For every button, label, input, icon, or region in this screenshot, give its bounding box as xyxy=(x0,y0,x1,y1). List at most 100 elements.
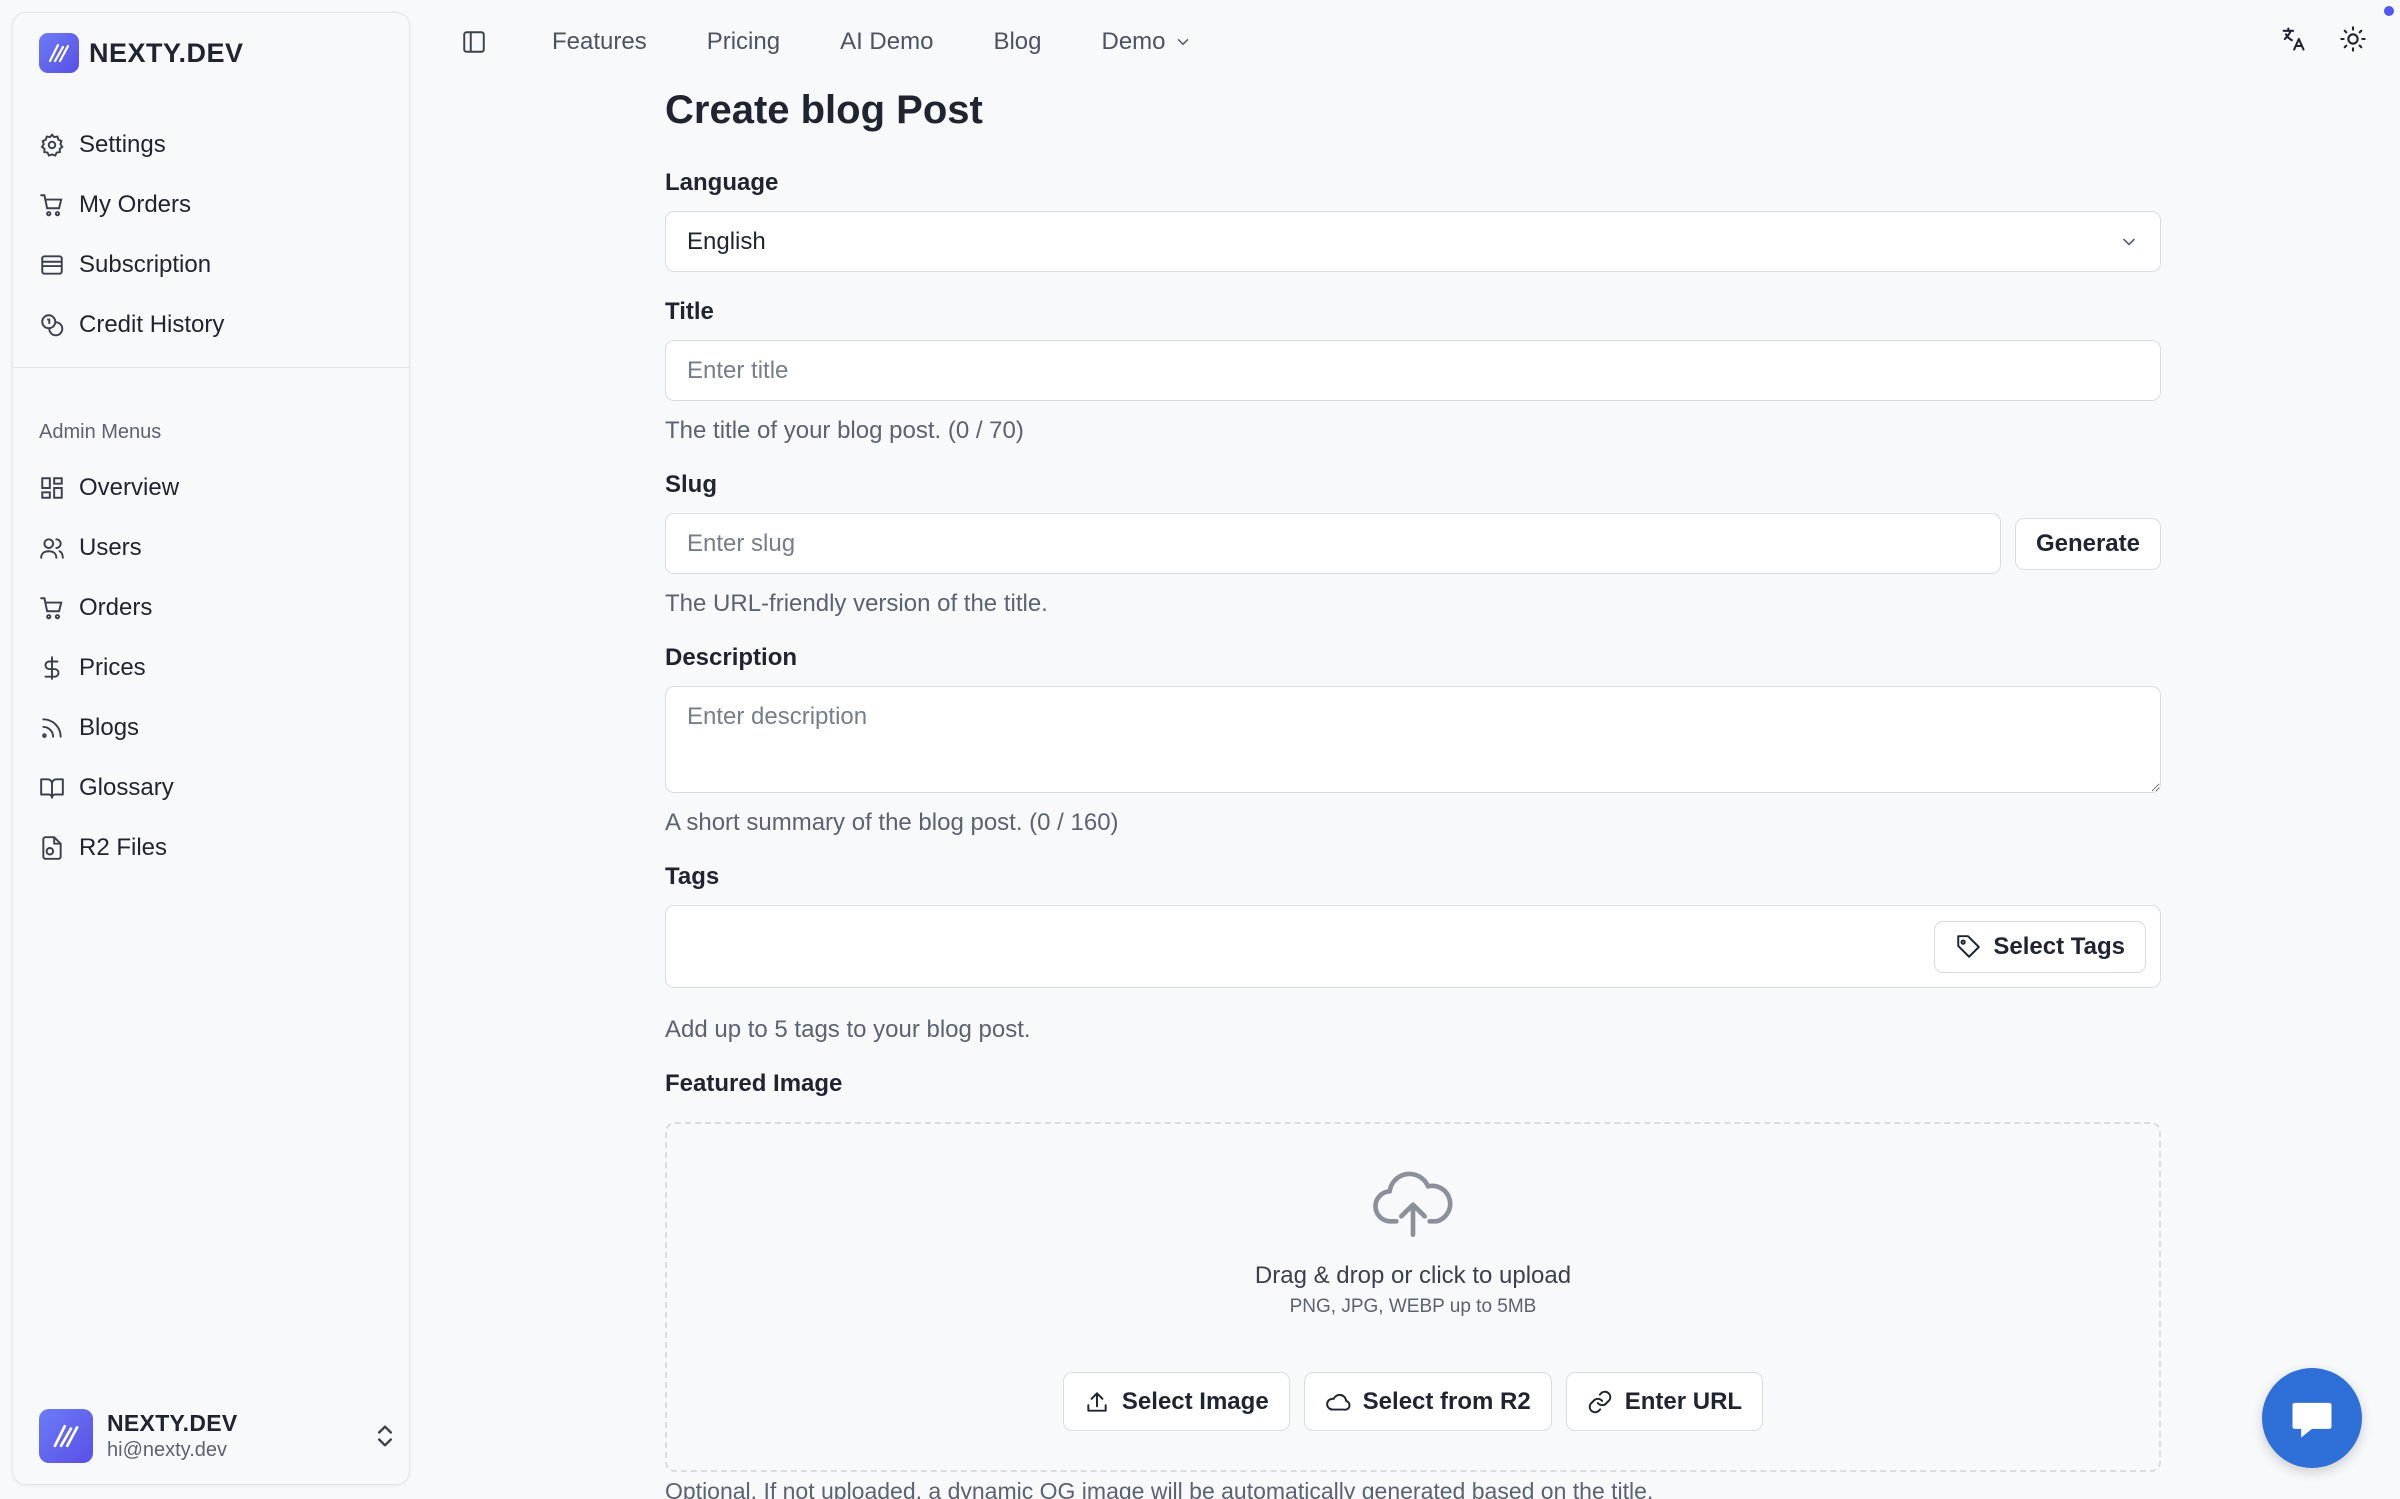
chat-icon xyxy=(2292,1402,2332,1438)
tag-icon xyxy=(1957,935,1981,958)
description-label: Description xyxy=(665,644,798,671)
sidebar-item-users[interactable]: Users xyxy=(39,518,399,578)
select-from-r2-label: Select from R2 xyxy=(1362,1387,1531,1415)
sidebar-item-overview[interactable]: Overview xyxy=(39,458,399,518)
top-actions xyxy=(2276,22,2370,56)
sidebar-item-credit-history[interactable]: Credit History xyxy=(39,295,399,355)
featured-image-group: Featured Image Drag & drop or click to u… xyxy=(665,1070,2161,1472)
sidebar-item-prices[interactable]: Prices xyxy=(39,638,399,698)
title-field-group: Title The title of your blog post. (0 / … xyxy=(665,298,2161,445)
sidebar-item-blogs[interactable]: Blogs xyxy=(39,698,399,758)
description-textarea[interactable] xyxy=(665,686,2161,793)
sidebar-item-label: Blogs xyxy=(79,714,140,741)
coins-icon xyxy=(41,314,64,337)
user-nav: Settings My Orders Subscription Credit H… xyxy=(39,115,399,355)
sidebar-item-r2-files[interactable]: R2 Files xyxy=(39,818,399,878)
gear-icon xyxy=(40,133,64,157)
top-nav: Features Pricing AI Demo Blog Demo xyxy=(456,18,1252,66)
sidebar-item-label: Prices xyxy=(79,654,146,681)
notification-dot xyxy=(2384,6,2394,16)
users-icon xyxy=(40,538,64,559)
chat-support-button[interactable] xyxy=(2262,1368,2362,1468)
sidebar-item-my-orders[interactable]: My Orders xyxy=(39,175,399,235)
nav-ai-demo[interactable]: AI Demo xyxy=(840,28,933,56)
select-from-r2-button[interactable]: Select from R2 xyxy=(1303,1372,1552,1431)
generate-slug-button[interactable]: Generate xyxy=(2014,517,2161,570)
nav-features[interactable]: Features xyxy=(552,28,647,56)
title-label: Title xyxy=(665,298,714,325)
sidebar: NEXTY.DEV Settings My Orders Subscriptio… xyxy=(12,12,410,1485)
slug-help: The URL-friendly version of the title. xyxy=(665,590,1048,617)
cart-icon xyxy=(40,194,63,217)
nav-blog[interactable]: Blog xyxy=(993,28,1041,56)
language-field-group: Language English xyxy=(665,169,2161,272)
sidebar-item-label: Users xyxy=(79,534,142,561)
chevron-down-icon xyxy=(1177,39,1188,46)
sidebar-divider xyxy=(13,367,409,368)
card-icon xyxy=(41,255,63,275)
user-menu[interactable]: NEXTY.DEV hi@nexty.dev xyxy=(39,1406,399,1466)
translate-icon[interactable] xyxy=(2276,22,2310,56)
featured-image-label: Featured Image xyxy=(665,1070,843,1097)
brand-logo-icon xyxy=(39,33,79,73)
sidebar-item-glossary[interactable]: Glossary xyxy=(39,758,399,818)
create-post-form: Create blog Post Language English Title … xyxy=(665,88,2161,1472)
theme-toggle-sun-icon[interactable] xyxy=(2336,22,2370,56)
grid-icon xyxy=(41,477,63,499)
sidebar-item-label: Orders xyxy=(79,594,153,621)
dropzone-title: Drag & drop or click to upload xyxy=(1254,1262,1572,1289)
nav-demo-dropdown[interactable]: Demo xyxy=(1102,28,1192,56)
chevrons-up-down-icon xyxy=(378,1425,392,1447)
sidebar-toggle-icon[interactable] xyxy=(456,24,492,60)
sidebar-item-orders[interactable]: Orders xyxy=(39,578,399,638)
tags-field-group: Tags Select Tags Add up to 5 tags to you… xyxy=(665,863,2161,1044)
user-name: NEXTY.DEV xyxy=(107,1410,238,1436)
cloud-upload-icon xyxy=(1373,1171,1453,1237)
title-input[interactable] xyxy=(665,340,2161,401)
dropzone-subtitle: PNG, JPG, WEBP up to 5MB xyxy=(1289,1296,1537,1317)
sidebar-item-label: My Orders xyxy=(79,191,192,218)
nav-demo-label: Demo xyxy=(1101,28,1166,55)
page-title: Create blog Post xyxy=(665,88,983,132)
user-email: hi@nexty.dev xyxy=(107,1439,227,1461)
featured-image-help: Optional. If not uploaded, a dynamic OG … xyxy=(665,1478,1654,1499)
sidebar-item-subscription[interactable]: Subscription xyxy=(39,235,399,295)
file-icon xyxy=(42,836,62,860)
brand[interactable]: NEXTY.DEV xyxy=(39,33,244,73)
sidebar-item-label: Credit History xyxy=(79,311,225,338)
language-select[interactable]: English xyxy=(665,211,2161,272)
select-tags-button[interactable]: Select Tags xyxy=(1934,921,2146,973)
cart-icon xyxy=(40,597,63,620)
image-dropzone[interactable]: Drag & drop or click to upload PNG, JPG,… xyxy=(665,1122,2161,1472)
brand-name: NEXTY.DEV xyxy=(89,37,244,68)
admin-nav: Overview Users Orders Prices Blogs Gloss… xyxy=(39,458,399,878)
sidebar-item-label: Settings xyxy=(79,131,166,158)
sidebar-item-label: Subscription xyxy=(79,251,212,278)
slug-field-group: Slug Generate The URL-friendly version o… xyxy=(665,471,2161,618)
select-image-button[interactable]: Select Image xyxy=(1062,1372,1290,1431)
link-icon xyxy=(1588,1390,1611,1413)
book-icon xyxy=(40,778,64,799)
description-field-group: Description A short summary of the blog … xyxy=(665,644,2161,837)
enter-url-label: Enter URL xyxy=(1624,1387,1743,1415)
nav-pricing[interactable]: Pricing xyxy=(707,28,780,56)
chevron-down-icon xyxy=(2123,238,2135,246)
tags-label: Tags xyxy=(665,863,720,890)
tags-box[interactable]: Select Tags xyxy=(665,905,2161,988)
description-help: A short summary of the blog post. (0 / 1… xyxy=(665,809,1119,836)
rss-icon xyxy=(42,718,62,738)
enter-url-button[interactable]: Enter URL xyxy=(1565,1372,1764,1431)
tags-help: Add up to 5 tags to your blog post. xyxy=(665,1016,1031,1043)
upload-icon xyxy=(1087,1391,1107,1412)
language-value: English xyxy=(687,227,766,255)
select-image-label: Select Image xyxy=(1121,1387,1269,1415)
avatar xyxy=(39,1409,93,1463)
title-help: The title of your blog post. (0 / 70) xyxy=(665,417,1024,444)
upload-actions: Select Image Select from R2 Enter URL xyxy=(667,1372,2159,1431)
dollar-icon xyxy=(44,656,60,680)
admin-menus-label: Admin Menus xyxy=(39,421,162,443)
sidebar-item-settings[interactable]: Settings xyxy=(39,115,399,175)
select-tags-label: Select Tags xyxy=(1993,933,2125,960)
slug-input[interactable] xyxy=(665,513,2001,574)
language-label: Language xyxy=(665,169,779,196)
